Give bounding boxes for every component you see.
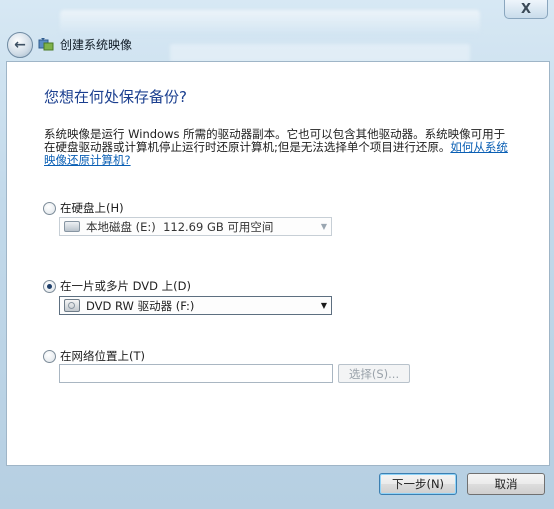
description-text: 系统映像是运行 Windows 所需的驱动器副本。它也可以包含其他驱动器。系统映… <box>44 127 506 154</box>
radio-network[interactable] <box>43 349 56 363</box>
next-button[interactable]: 下一步(N) <box>379 473 457 495</box>
network-path-input[interactable] <box>59 364 333 383</box>
option-dvd[interactable]: 在一片或多片 DVD 上(D) <box>43 278 191 294</box>
option-hard-disk[interactable]: 在硬盘上(H) <box>43 200 124 216</box>
option-hard-disk-label: 在硬盘上(H) <box>60 201 124 215</box>
browse-button[interactable]: 选择(S)... <box>338 364 410 383</box>
blurred-menu-bar <box>170 44 470 62</box>
cancel-button[interactable]: 取消 <box>467 473 545 495</box>
content-panel: 您想在何处保存备份? 系统映像是运行 Windows 所需的驱动器副本。它也可以… <box>6 61 550 466</box>
option-network[interactable]: 在网络位置上(T) <box>43 348 145 364</box>
window-title: 创建系统映像 <box>60 38 133 52</box>
chevron-down-icon: ▼ <box>320 222 328 231</box>
option-network-label: 在网络位置上(T) <box>60 349 145 363</box>
chevron-down-icon: ▼ <box>320 301 328 310</box>
blurred-address-bar <box>60 10 480 36</box>
back-arrow-icon[interactable]: ← <box>7 32 33 58</box>
description: 系统映像是运行 Windows 所需的驱动器副本。它也可以包含其他驱动器。系统映… <box>44 128 514 167</box>
hard-disk-select[interactable]: 本地磁盘 (E:) 112.69 GB 可用空间 ▼ <box>59 217 332 236</box>
dvd-drive-icon <box>64 299 80 312</box>
radio-hard-disk[interactable] <box>43 201 56 215</box>
hard-drive-icon <box>64 221 80 232</box>
radio-dvd[interactable] <box>43 279 56 293</box>
option-dvd-label: 在一片或多片 DVD 上(D) <box>60 279 192 293</box>
dvd-select-value: DVD RW 驱动器 (F:) <box>86 298 195 313</box>
backup-app-icon <box>38 38 54 51</box>
page-heading: 您想在何处保存备份? <box>44 88 187 106</box>
dvd-select[interactable]: DVD RW 驱动器 (F:) ▼ <box>59 296 332 315</box>
hard-disk-select-value: 本地磁盘 (E:) 112.69 GB 可用空间 <box>86 219 274 234</box>
close-button[interactable]: X <box>504 0 548 19</box>
